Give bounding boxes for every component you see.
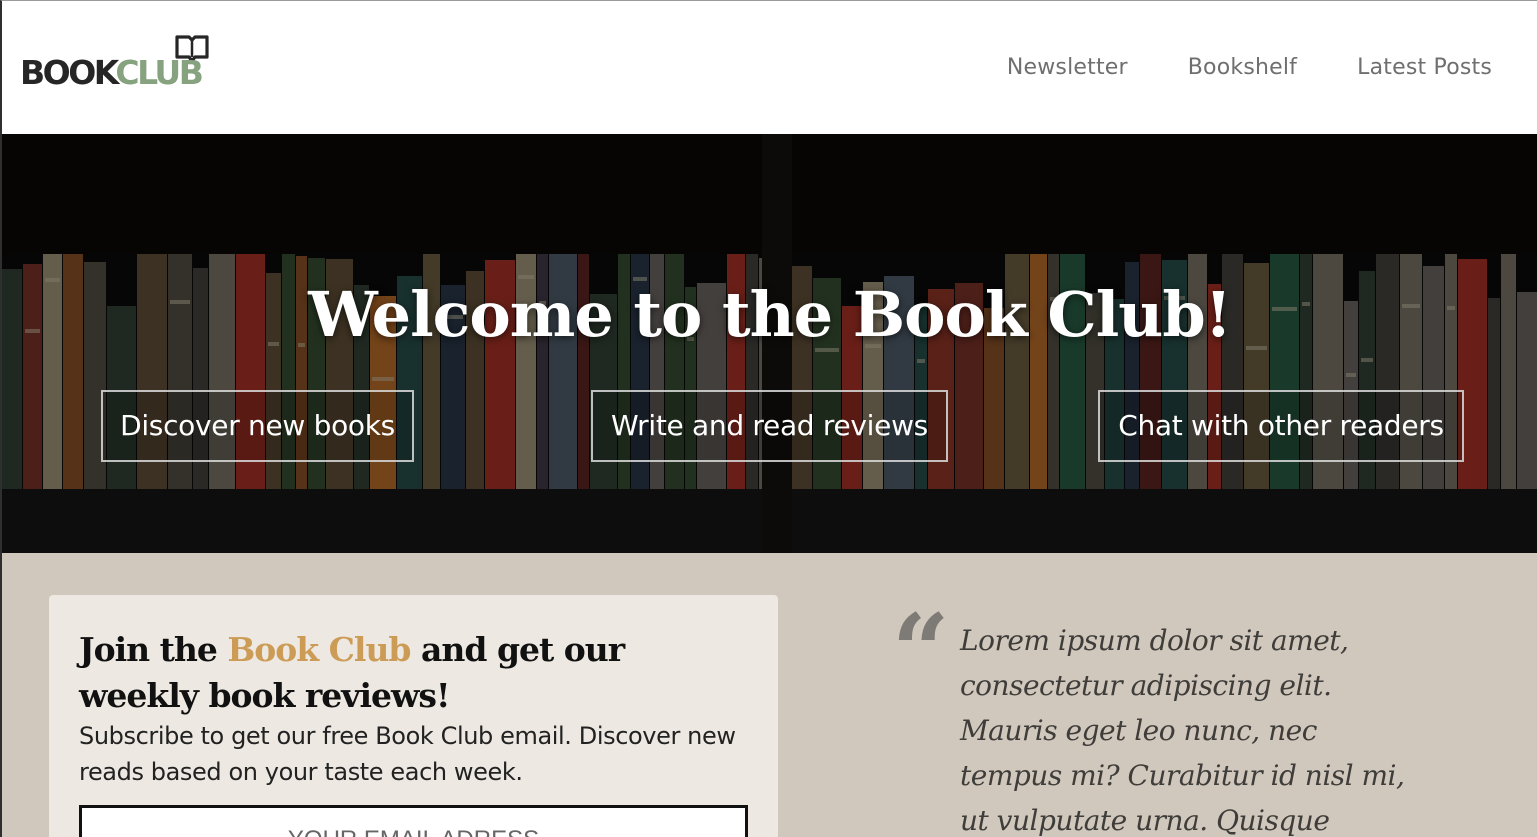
write-reviews-button[interactable]: Write and read reviews: [591, 390, 948, 462]
logo-wordmark: BOOKCLUB: [20, 53, 204, 92]
logo-text-book: BOOK: [20, 53, 118, 92]
page: BOOKCLUB Newsletter Bookshelf Latest Pos…: [0, 0, 1537, 837]
discover-books-button[interactable]: Discover new books: [101, 390, 414, 462]
main-nav: Newsletter Bookshelf Latest Posts: [1007, 53, 1492, 83]
hero-section: Welcome to the Book Club! Discover new b…: [2, 134, 1537, 553]
chat-readers-button[interactable]: Chat with other readers: [1098, 390, 1464, 462]
newsletter-signup-card: Join the Book Club and get our weekly bo…: [49, 595, 778, 837]
signup-description: Subscribe to get our free Book Club emai…: [79, 722, 736, 786]
hero-title: Welcome to the Book Club!: [308, 278, 1232, 351]
nav-newsletter-link[interactable]: Newsletter: [1007, 53, 1128, 83]
testimonial-quote: Lorem ipsum dolor sit amet, consectetur …: [960, 624, 1405, 837]
quote-mark-icon: “: [892, 592, 950, 710]
site-header: BOOKCLUB Newsletter Bookshelf Latest Pos…: [2, 1, 1537, 134]
nav-latest-posts-link[interactable]: Latest Posts: [1357, 53, 1492, 83]
logo[interactable]: BOOKCLUB: [20, 33, 220, 95]
nav-bookshelf-link[interactable]: Bookshelf: [1188, 53, 1297, 83]
logo-text-club: CLUB: [115, 53, 204, 92]
signup-heading: Join the Book Club and get our weekly bo…: [79, 627, 739, 719]
signup-heading-pre: Join the: [79, 630, 228, 669]
email-input[interactable]: [79, 805, 748, 837]
signup-heading-accent: Book Club: [227, 630, 411, 669]
